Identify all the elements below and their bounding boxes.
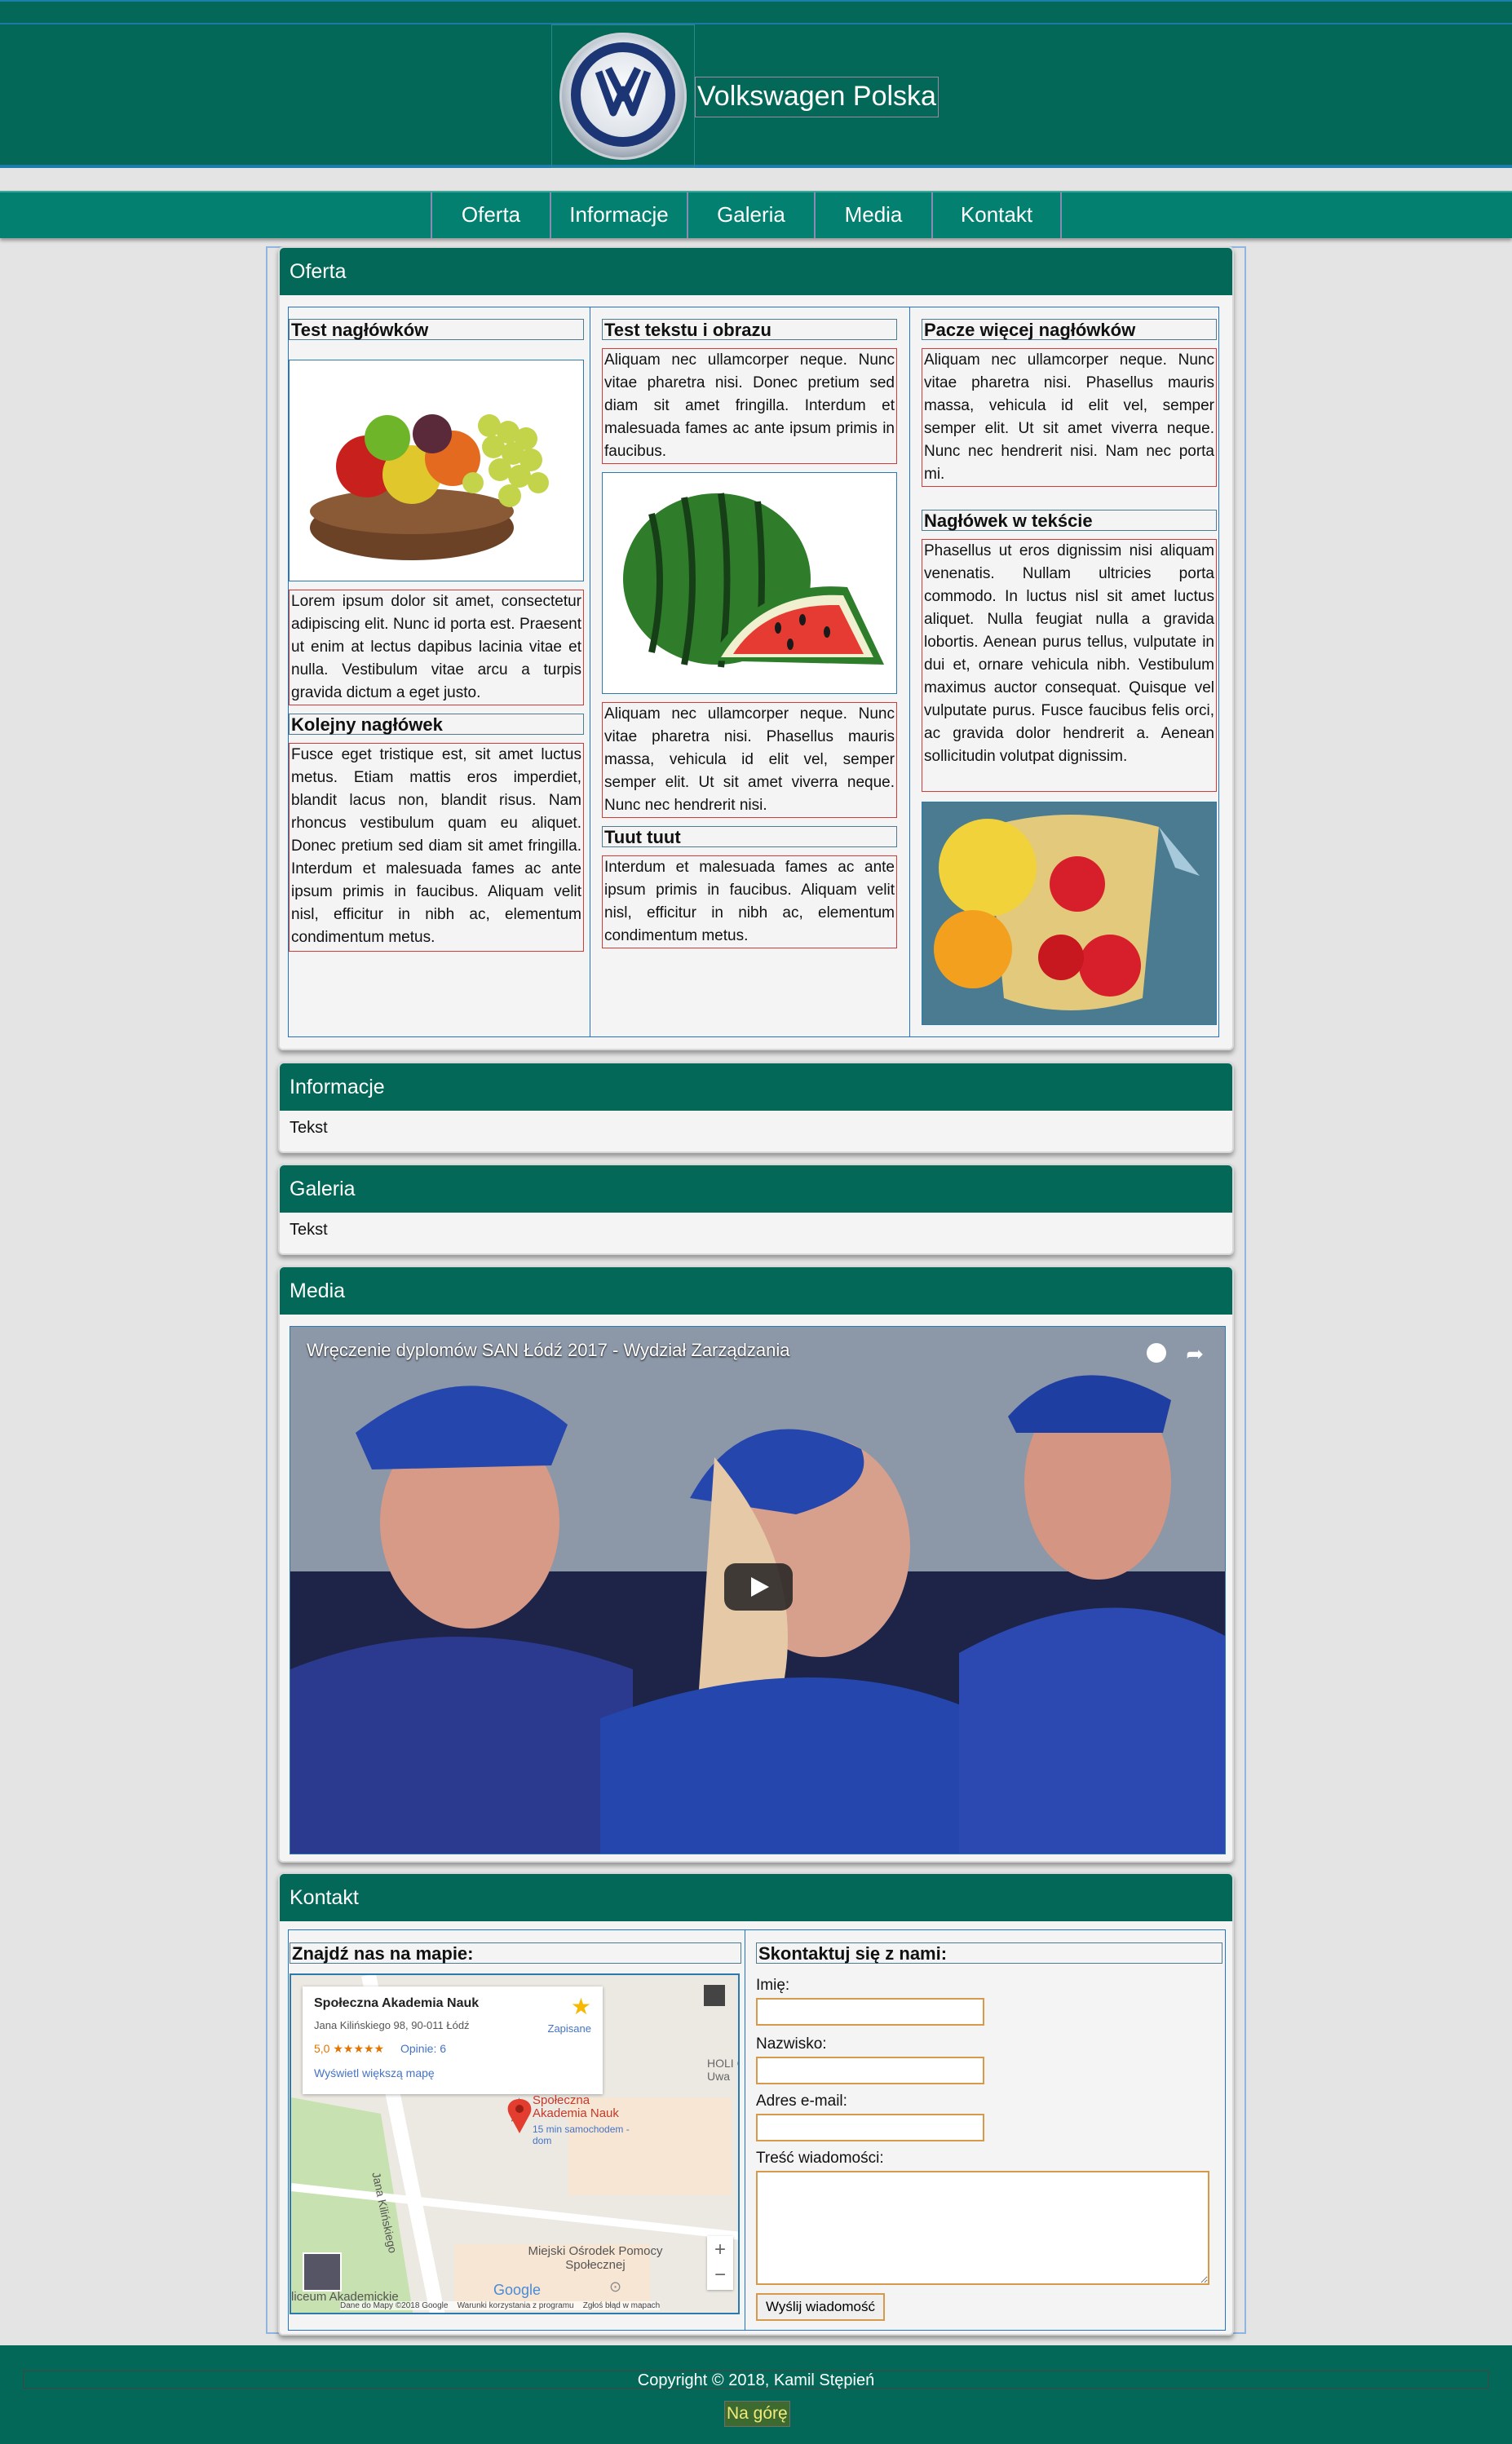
name-label: Imię: <box>756 1977 790 1994</box>
back-to-top-link[interactable]: Na górę <box>724 2401 790 2427</box>
nav-item-kontakt[interactable]: Kontakt <box>931 192 1062 238</box>
nav-item-galeria[interactable]: Galeria <box>687 192 814 238</box>
paragraph: Lorem ipsum dolor sit amet, consectetur … <box>289 590 584 705</box>
oferta-section: Oferta Test nagłówków Lorem ipsum dolor … <box>278 246 1234 1050</box>
paragraph: Aliquam nec ullamcorper neque. Nunc vita… <box>922 348 1217 487</box>
map-pin-sub: 15 min samochodem - dom <box>533 2124 630 2146</box>
paragraph: Phasellus ut eros dignissim nisi aliquam… <box>922 539 1217 792</box>
oferta-column-1: Test nagłówków Lorem ipsum dolor sit ame… <box>288 307 590 1037</box>
form-heading: Skontaktuj się z nami: <box>756 1942 1222 1964</box>
column-heading: Tuut tuut <box>602 826 897 847</box>
map-larger-link[interactable]: Wyświetl większą mapę <box>314 2066 435 2079</box>
section-text: Tekst <box>290 1221 328 1239</box>
map-report-link[interactable]: Zgłoś błąd w mapach <box>583 2301 661 2310</box>
section-title: Informacje <box>280 1063 1232 1111</box>
map-data-credit: Dane do Mapy ©2018 Google <box>340 2301 449 2310</box>
video-player[interactable]: Wręczenie dyplomów SAN Łódź 2017 - Wydzi… <box>290 1326 1226 1854</box>
name-field[interactable] <box>756 1998 984 2026</box>
galeria-section: Galeria Tekst <box>278 1164 1234 1255</box>
email-label: Adres e-mail: <box>756 2093 847 2110</box>
column-heading: Kolejny nagłówek <box>289 714 584 735</box>
email-field[interactable] <box>756 2114 984 2141</box>
surname-field[interactable] <box>756 2057 984 2084</box>
map-pin-label: Społeczna Akademia Nauk <box>533 2093 619 2120</box>
paragraph: Aliquam nec ullamcorper neque. Nunc vita… <box>602 348 897 464</box>
section-title: Oferta <box>280 248 1232 295</box>
street-view-thumbnail[interactable] <box>303 2252 342 2292</box>
copyright-text: Copyright © 2018, Kamil Stępień <box>23 2371 1489 2389</box>
nav-item-informacje[interactable]: Informacje <box>550 192 687 238</box>
nav-item-media[interactable]: Media <box>814 192 931 238</box>
oferta-column-2: Test tekstu i obrazu Aliquam nec ullamco… <box>590 307 909 1037</box>
map-address: Jana Kilińskiego 98, 90-011 Łódź <box>314 2019 470 2031</box>
message-label: Treść wiadomości: <box>756 2150 884 2167</box>
header-divider <box>0 165 1512 166</box>
map-footer: Dane do Mapy ©2018 Google Warunki korzys… <box>340 2301 661 2310</box>
column-heading: Test tekstu i obrazu <box>602 319 897 340</box>
column-heading: Test nagłówków <box>289 319 584 340</box>
section-title: Kontakt <box>280 1874 1232 1921</box>
kontakt-section: Kontakt Znajdź nas na mapie: Skontaktuj … <box>278 1872 1234 2336</box>
paragraph: Aliquam nec ullamcorper neque. Nunc vita… <box>602 702 897 818</box>
map-heading: Znajdź nas na mapie: <box>290 1942 741 1964</box>
nav-item-oferta[interactable]: Oferta <box>431 192 550 238</box>
play-button-icon[interactable] <box>724 1563 793 1611</box>
send-message-button[interactable]: Wyślij wiadomość <box>756 2293 885 2321</box>
oferta-column-3: Pacze więcej nagłówków Aliquam nec ullam… <box>909 307 1219 1037</box>
map-poi-label: HOLI C Uwa <box>707 2057 738 2083</box>
paragraph: Fusce eget tristique est, sit amet luctu… <box>289 743 584 952</box>
video-title[interactable]: Wręczenie dyplomów SAN Łódź 2017 - Wydzi… <box>307 1340 789 1361</box>
informacje-section: Informacje Tekst <box>278 1062 1234 1153</box>
column-heading: Pacze więcej nagłówków <box>922 319 1217 340</box>
map-info-card: Społeczna Akademia Nauk Jana Kilińskiego… <box>303 1987 603 2094</box>
share-icon[interactable]: ➦ <box>1186 1341 1204 1367</box>
site-title: Volkswagen Polska <box>695 77 939 117</box>
fruit-basket-image <box>289 360 584 581</box>
column-heading: Nagłówek w tekście <box>922 510 1217 531</box>
site-footer: Copyright © 2018, Kamil Stępień Na górę <box>0 2345 1512 2444</box>
site-header: Volkswagen Polska <box>0 0 1512 168</box>
google-logo: Google <box>493 2282 542 2298</box>
map-saved-label: Zapisane <box>547 2022 591 2035</box>
map-rating: 5,0 ★★★★★ <box>314 2042 385 2055</box>
surname-label: Nazwisko: <box>756 2035 827 2053</box>
paragraph: Interdum et malesuada fames ac ante ipsu… <box>602 855 897 948</box>
vw-mark-icon <box>595 66 652 117</box>
main-nav: Oferta Informacje Galeria Media Kontakt <box>0 191 1512 238</box>
media-section: Media Wręczenie dyplomów SAN Łódź 2017 -… <box>278 1266 1234 1863</box>
watermelon-image <box>602 472 897 694</box>
google-map[interactable]: Społeczna Akademia Nauk Jana Kilińskiego… <box>290 1973 740 2314</box>
vw-logo-icon <box>571 42 675 147</box>
header-divider <box>0 23 1512 24</box>
section-title: Media <box>280 1267 1232 1315</box>
zoom-in-icon[interactable]: + <box>707 2236 733 2263</box>
zoom-control: + − <box>707 2236 733 2290</box>
fruit-drink-image <box>922 802 1217 1025</box>
watch-later-icon[interactable] <box>1147 1343 1166 1363</box>
zoom-out-icon[interactable]: − <box>707 2263 733 2290</box>
location-icon[interactable]: ⊙ <box>609 2278 621 2296</box>
section-text: Tekst <box>290 1119 328 1137</box>
fullscreen-icon[interactable] <box>704 1985 725 2006</box>
star-icon[interactable]: ★ <box>571 1993 591 2020</box>
map-poi-label: Miejski Ośrodek Pomocy Społecznej <box>528 2244 663 2272</box>
map-terms-link[interactable]: Warunki korzystania z programu <box>458 2301 574 2310</box>
map-reviews-link[interactable]: Opinie: 6 <box>400 2042 446 2055</box>
map-place-name: Społeczna Akademia Nauk <box>314 1996 480 2010</box>
message-textarea[interactable] <box>756 2171 1209 2285</box>
section-title: Galeria <box>280 1165 1232 1213</box>
